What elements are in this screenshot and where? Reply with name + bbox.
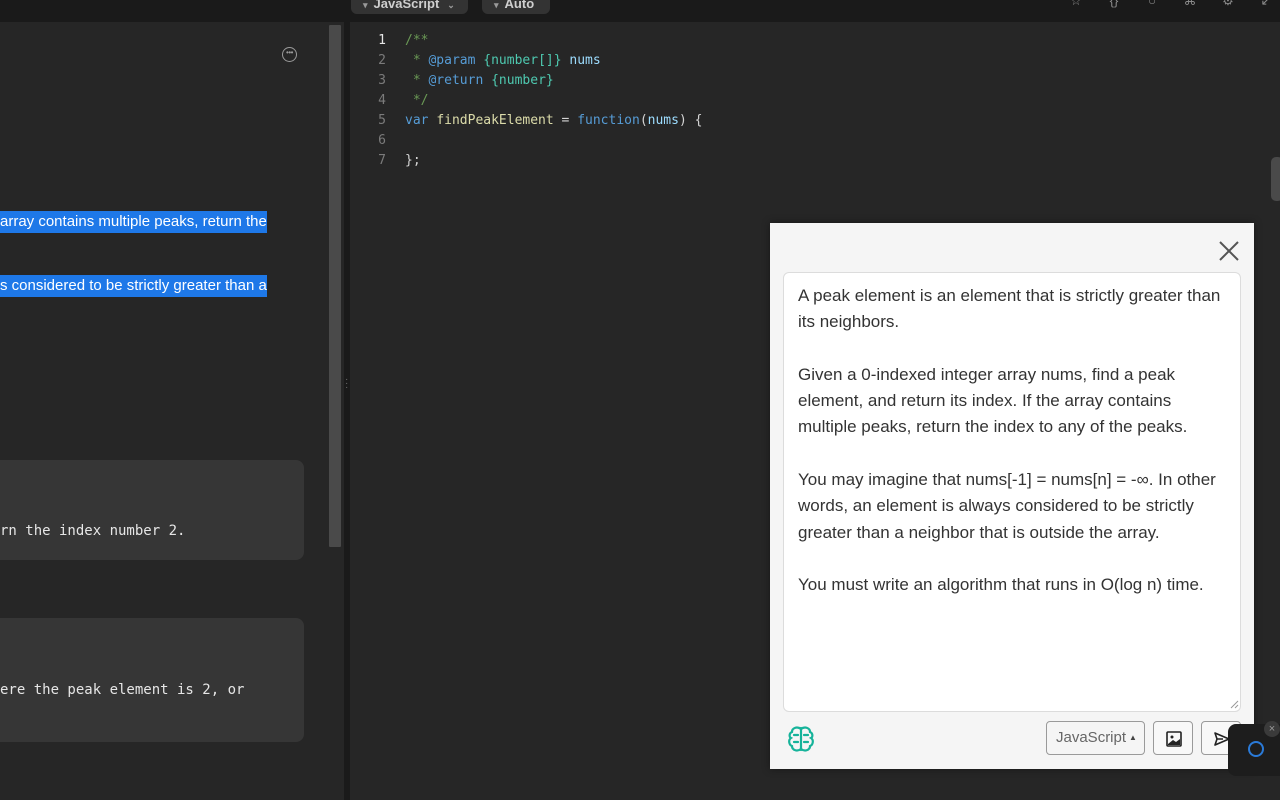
example-1-explanation: rn the index number 2. [0, 523, 186, 539]
code-text[interactable]: * @return {number} [405, 71, 554, 91]
code-line[interactable]: 3 * @return {number} [350, 71, 1280, 91]
widget-close-icon[interactable]: × [1264, 721, 1280, 737]
line-number: 4 [378, 93, 386, 108]
line-number: 2 [378, 53, 386, 68]
line-number: 1 [378, 33, 386, 48]
close-icon[interactable] [1218, 240, 1240, 262]
ai-prompt-popup: A peak element is an element that is str… [770, 223, 1254, 769]
language-dropdown[interactable]: ▾ JavaScript ⌄ [351, 0, 468, 14]
code-line[interactable]: 1 /** [350, 31, 1280, 51]
editor-scroll-handle[interactable] [1271, 157, 1280, 201]
mode-label: Auto [504, 0, 535, 11]
language-label: JavaScript [373, 0, 440, 11]
example-2-explanation: ere the peak element is 2, or [0, 682, 245, 698]
settings-icon[interactable]: ⚙ [1220, 0, 1236, 9]
widget-logo-icon[interactable] [1248, 741, 1264, 757]
braces-icon[interactable]: {} [1106, 0, 1122, 9]
code-text[interactable]: }; [405, 151, 421, 171]
code-text[interactable]: var findPeakElement = function(nums) { [405, 111, 702, 131]
highlighted-text-line-2: s considered to be strictly greater than… [0, 275, 267, 297]
drag-handle-icon[interactable]: · · · [345, 375, 348, 393]
code-text[interactable]: /** [405, 31, 428, 51]
example-2-box: ere the peak element is 2, or [0, 618, 304, 742]
caret-up-icon: ▲ [1129, 733, 1137, 742]
toolbar-icons: ☆ {} ○ ⌘ ⚙ ↙ [1068, 0, 1274, 9]
image-icon [1166, 731, 1182, 747]
description-scrollbar-thumb[interactable] [329, 25, 341, 547]
expand-icon[interactable]: ↙ [1258, 0, 1274, 9]
problem-description-panel: ••• array contains multiple peaks, retur… [0, 22, 326, 800]
language-select[interactable]: JavaScript ▲ [1046, 721, 1145, 755]
shortcut-icon[interactable]: ⌘ [1182, 0, 1198, 9]
bookmark-icon[interactable]: ☆ [1068, 0, 1084, 9]
more-options-icon[interactable]: ••• [282, 47, 297, 62]
code-line[interactable]: 4 */ [350, 91, 1280, 111]
brain-icon [788, 726, 814, 752]
prompt-textarea[interactable]: A peak element is an element that is str… [783, 272, 1241, 712]
line-number: 5 [378, 113, 386, 128]
code-text[interactable]: * @param {number[]} nums [405, 51, 601, 71]
code-line[interactable]: 6 [350, 131, 1280, 151]
example-1-box: rn the index number 2. [0, 460, 304, 560]
top-toolbar: ▾ JavaScript ⌄ ▾ Auto ☆ {} ○ ⌘ ⚙ ↙ [0, 0, 1280, 22]
line-number: 7 [378, 153, 386, 168]
lock-icon: ▾ [363, 0, 368, 10]
resize-grip-icon[interactable] [1229, 699, 1239, 709]
code-line[interactable]: 7}; [350, 151, 1280, 171]
attach-image-button[interactable] [1153, 721, 1193, 755]
reset-icon[interactable]: ○ [1144, 0, 1160, 9]
line-number: 6 [378, 133, 386, 148]
highlighted-text-line-1: array contains multiple peaks, return th… [0, 211, 267, 233]
auto-mode-button[interactable]: ▾ Auto [482, 0, 550, 14]
code-line[interactable]: 2 * @param {number[]} nums [350, 51, 1280, 71]
lock-icon: ▾ [494, 0, 499, 10]
line-number: 3 [378, 73, 386, 88]
language-select-value: JavaScript [1056, 729, 1127, 746]
code-line[interactable]: 5 var findPeakElement = function(nums) { [350, 111, 1280, 131]
code-text[interactable]: */ [405, 91, 429, 111]
chevron-down-icon: ⌄ [447, 0, 455, 10]
